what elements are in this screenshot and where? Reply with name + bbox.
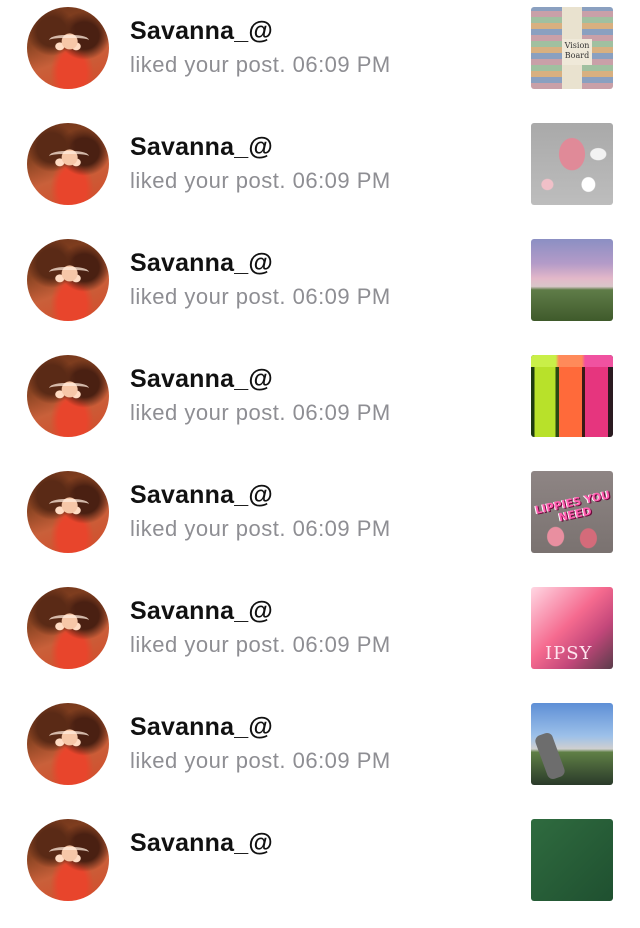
thumbnail-caption: IPSY [545, 643, 593, 664]
activity-text: liked your post. 06:09 PM [130, 514, 391, 544]
avatar[interactable] [27, 703, 109, 785]
notification-row[interactable]: Savanna_@ liked your post. 06:09 PM [0, 696, 640, 812]
avatar-photo [49, 731, 89, 744]
activity-text: liked your post. 06:09 PM [130, 398, 391, 428]
notification-row[interactable]: Savanna_@ liked your post. 06:09 PM Visi… [0, 0, 640, 116]
action-text: liked your post. [130, 516, 286, 541]
timestamp: 06:09 PM [292, 284, 391, 309]
avatar-photo [49, 267, 89, 280]
notification-row[interactable]: Savanna_@ [0, 812, 640, 928]
post-thumbnail[interactable] [531, 819, 613, 901]
username[interactable]: Savanna_@ [130, 478, 273, 512]
post-thumbnail[interactable]: Vision Board [531, 7, 613, 89]
avatar[interactable] [27, 123, 109, 205]
post-thumbnail[interactable] [531, 703, 613, 785]
notification-row[interactable]: Savanna_@ liked your post. 06:09 PM IPSY [0, 580, 640, 696]
action-text: liked your post. [130, 400, 286, 425]
username[interactable]: Savanna_@ [130, 594, 273, 628]
avatar[interactable] [27, 471, 109, 553]
timestamp: 06:09 PM [292, 52, 391, 77]
username[interactable]: Savanna_@ [130, 710, 273, 744]
thumbnail-caption: Vision Board [562, 39, 592, 65]
avatar[interactable] [27, 239, 109, 321]
username[interactable]: Savanna_@ [130, 14, 273, 48]
avatar[interactable] [27, 355, 109, 437]
avatar-photo [49, 847, 89, 860]
activity-text: liked your post. 06:09 PM [130, 166, 391, 196]
notification-row[interactable]: Savanna_@ liked your post. 06:09 PM LIPP… [0, 464, 640, 580]
timestamp: 06:09 PM [292, 168, 391, 193]
timestamp: 06:09 PM [292, 632, 391, 657]
timestamp: 06:09 PM [292, 400, 391, 425]
action-text: liked your post. [130, 748, 286, 773]
username[interactable]: Savanna_@ [130, 826, 273, 860]
activity-text: liked your post. 06:09 PM [130, 50, 391, 80]
username[interactable]: Savanna_@ [130, 130, 273, 164]
post-thumbnail[interactable]: LIPPIES YOU NEED [531, 471, 613, 553]
action-text: liked your post. [130, 168, 286, 193]
notification-row[interactable]: Savanna_@ liked your post. 06:09 PM [0, 116, 640, 232]
post-thumbnail[interactable] [531, 239, 613, 321]
avatar-photo [49, 35, 89, 48]
username[interactable]: Savanna_@ [130, 362, 273, 396]
avatar[interactable] [27, 7, 109, 89]
post-thumbnail[interactable] [531, 123, 613, 205]
avatar[interactable] [27, 819, 109, 901]
avatar[interactable] [27, 587, 109, 669]
action-text: liked your post. [130, 52, 286, 77]
notification-row[interactable]: Savanna_@ liked your post. 06:09 PM [0, 348, 640, 464]
post-thumbnail[interactable] [531, 355, 613, 437]
thumbnail-caption: LIPPIES YOU NEED [533, 488, 612, 525]
avatar-photo [49, 151, 89, 164]
notification-row[interactable]: Savanna_@ liked your post. 06:09 PM [0, 232, 640, 348]
activity-text: liked your post. 06:09 PM [130, 746, 391, 776]
activity-text: liked your post. 06:09 PM [130, 630, 391, 660]
timestamp: 06:09 PM [292, 748, 391, 773]
avatar-photo [49, 615, 89, 628]
timestamp: 06:09 PM [292, 516, 391, 541]
action-text: liked your post. [130, 284, 286, 309]
activity-text: liked your post. 06:09 PM [130, 282, 391, 312]
post-thumbnail[interactable]: IPSY [531, 587, 613, 669]
username[interactable]: Savanna_@ [130, 246, 273, 280]
avatar-photo [49, 499, 89, 512]
avatar-photo [49, 383, 89, 396]
action-text: liked your post. [130, 632, 286, 657]
